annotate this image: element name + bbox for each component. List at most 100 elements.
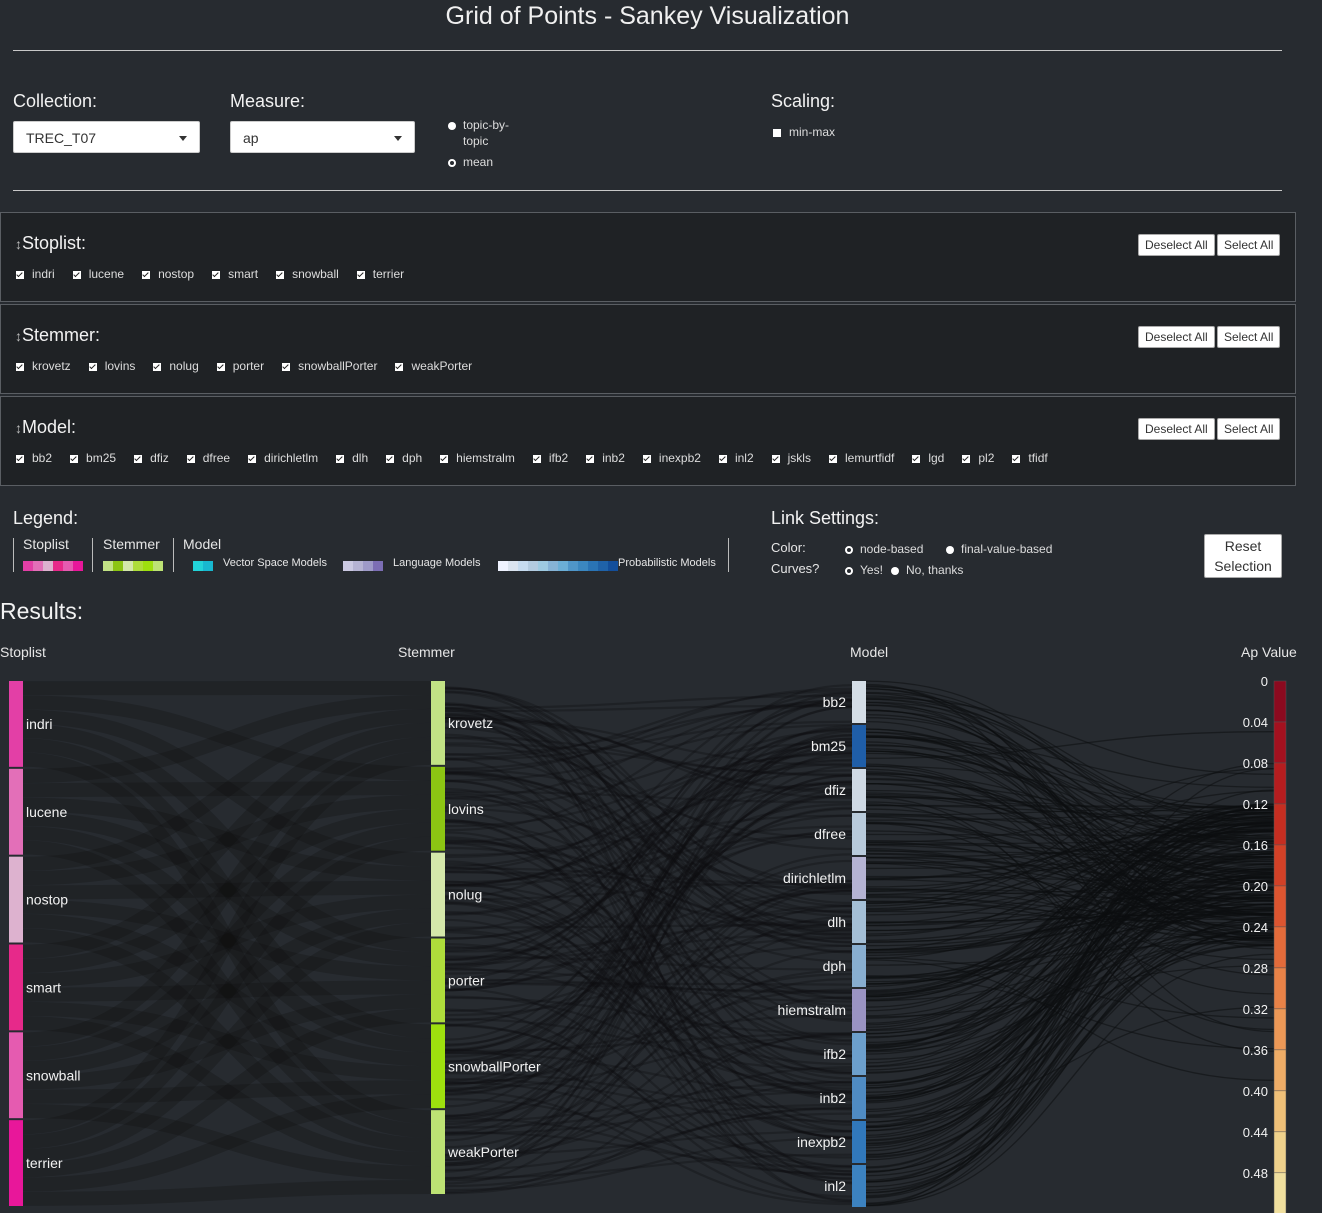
checkbox-lemurtfidf[interactable]: lemurtfidf <box>828 451 894 465</box>
checkbox-label: dfree <box>202 451 231 465</box>
legend-model-label: Model <box>183 536 222 552</box>
checkbox-dfiz[interactable]: dfiz <box>134 451 169 465</box>
checkbox-bb2[interactable]: bb2 <box>16 451 52 465</box>
checkbox-label: smart <box>228 267 259 281</box>
checkbox-label: terrier <box>372 267 405 281</box>
drag-handle-icon[interactable]: ↕ <box>15 236 22 252</box>
checkbox-krovetz[interactable]: krovetz <box>16 359 71 373</box>
scaling-option-label: min-max <box>789 125 836 139</box>
checkbox-label: inl2 <box>734 451 754 465</box>
checkbox-nolug[interactable]: nolug <box>153 359 199 373</box>
checkbox-bm25[interactable]: bm25 <box>70 451 116 465</box>
select-all-button[interactable]: Select All <box>1217 234 1281 256</box>
checkbox-snowballPorter[interactable]: snowballPorter <box>282 359 377 373</box>
drag-handle-icon[interactable]: ↕ <box>15 328 22 344</box>
sankey-link <box>865 928 1275 1183</box>
deselect-all-button[interactable]: Deselect All <box>1138 326 1215 348</box>
checkbox-checked-icon <box>16 454 24 463</box>
column-header-stoplist: Stoplist <box>0 644 46 660</box>
deselect-all-button[interactable]: Deselect All <box>1138 418 1215 440</box>
checkbox-checked-icon <box>216 362 225 371</box>
legend-stemmer-label: Stemmer <box>103 536 160 552</box>
checkbox-weakPorter[interactable]: weakPorter <box>395 359 472 373</box>
stoplist-checkboxes: indri lucene nostop smart snowball terrier <box>16 267 422 281</box>
checkbox-inl2[interactable]: inl2 <box>718 451 754 465</box>
scaling-checkbox[interactable]: min-max <box>773 124 835 140</box>
measure-label: Measure: <box>230 91 306 111</box>
checkbox-pl2[interactable]: pl2 <box>962 451 994 465</box>
model-node-dfiz <box>852 769 866 811</box>
reset-selection-button[interactable]: Reset Selection <box>1204 534 1282 578</box>
checkbox-inexpb2[interactable]: inexpb2 <box>642 451 701 465</box>
checkbox-ifb2[interactable]: ifb2 <box>532 451 568 465</box>
legend-swatch <box>518 561 528 571</box>
checkbox-terrier[interactable]: terrier <box>356 267 405 281</box>
model-panel: ↕Model: bb2 bm25 dfiz dfree dirichletlm dlh dp… <box>0 396 1296 486</box>
stoplist-label-terrier: terrier <box>26 1155 63 1171</box>
mode-radio-topic[interactable]: topic-by-topic <box>448 117 528 149</box>
stemmer-label-snowballPorter: snowballPorter <box>448 1058 541 1074</box>
checkbox-label: snowball <box>292 267 339 281</box>
curves-radio-yes[interactable]: Yes! <box>845 562 883 578</box>
checkbox-inb2[interactable]: inb2 <box>586 451 625 465</box>
legend-swatch <box>113 561 123 571</box>
deselect-all-button[interactable]: Deselect All <box>1138 234 1215 256</box>
checkbox-checked-icon <box>153 362 162 371</box>
checkbox-checked-icon <box>72 270 81 279</box>
mode-radio-mean[interactable]: mean <box>448 154 493 170</box>
checkbox-label: dirichletlm <box>264 451 319 465</box>
model-label-dfree: dfree <box>814 826 846 842</box>
checkbox-dlh[interactable]: dlh <box>336 451 368 465</box>
results-title: Results: <box>0 598 84 624</box>
legend-swatch <box>588 561 598 571</box>
stemmer-node-porter <box>431 938 445 1023</box>
ap-scale-segment <box>1273 926 1287 969</box>
legend-vsm-label: Vector Space Models <box>223 557 327 569</box>
legend-swatch <box>538 561 548 571</box>
legend-swatch <box>353 561 363 571</box>
model-label-ifb2: ifb2 <box>823 1046 846 1062</box>
legend-prob-label: Probabilistic Models <box>618 557 716 569</box>
legend: Stoplist Stemmer Model Vector Space Mode… <box>13 536 729 574</box>
checkbox-checked-icon <box>212 270 221 279</box>
select-all-button[interactable]: Select All <box>1217 418 1281 440</box>
collection-select[interactable]: TREC_T07 <box>13 121 200 153</box>
checkbox-nostop[interactable]: nostop <box>142 267 194 281</box>
ap-tick-label: 0 <box>1261 674 1268 689</box>
checkbox-dfree[interactable]: dfree <box>186 451 231 465</box>
checkbox-porter[interactable]: porter <box>216 359 264 373</box>
legend-swatch <box>528 561 538 571</box>
radio-unselected-icon <box>448 158 456 167</box>
checkbox-checked-icon <box>142 270 151 279</box>
legend-swatch <box>73 561 83 571</box>
ap-tick-label: 0.04 <box>1243 715 1268 730</box>
checkbox-jskls[interactable]: jskls <box>771 451 811 465</box>
legend-swatch <box>43 561 53 571</box>
stoplist-label-lucene: lucene <box>26 804 67 820</box>
checkbox-label: krovetz <box>32 359 71 373</box>
checkbox-smart[interactable]: smart <box>212 267 258 281</box>
checkbox-lgd[interactable]: lgd <box>912 451 944 465</box>
measure-select[interactable]: ap <box>230 121 415 153</box>
select-all-button[interactable]: Select All <box>1217 326 1281 348</box>
checkbox-checked-icon <box>586 454 595 463</box>
checkbox-lovins[interactable]: lovins <box>88 359 135 373</box>
drag-handle-icon[interactable]: ↕ <box>15 420 22 436</box>
model-node-inexpb2 <box>852 1121 866 1163</box>
ap-tick-label: 0.08 <box>1243 756 1268 771</box>
color-radio-node[interactable]: node-based <box>845 541 923 557</box>
curves-radio-no[interactable]: No, thanks <box>891 562 963 578</box>
column-header-model: Model <box>850 644 889 660</box>
checkbox-dph[interactable]: dph <box>386 451 422 465</box>
legend-stoplist-swatches <box>23 558 83 576</box>
checkbox-snowball[interactable]: snowball <box>276 267 339 281</box>
checkbox-indri[interactable]: indri <box>16 267 55 281</box>
checkbox-hiemstralm[interactable]: hiemstralm <box>440 451 515 465</box>
ap-scale-segment <box>1273 1172 1287 1213</box>
checkbox-tfidf[interactable]: tfidf <box>1012 451 1048 465</box>
checkbox-dirichletlm[interactable]: dirichletlm <box>248 451 318 465</box>
color-radio-final[interactable]: final-value-based <box>946 541 1052 557</box>
checkbox-lucene[interactable]: lucene <box>72 267 124 281</box>
color-option-label: node-based <box>860 542 924 556</box>
ap-tick-label: 0.48 <box>1243 1166 1268 1181</box>
